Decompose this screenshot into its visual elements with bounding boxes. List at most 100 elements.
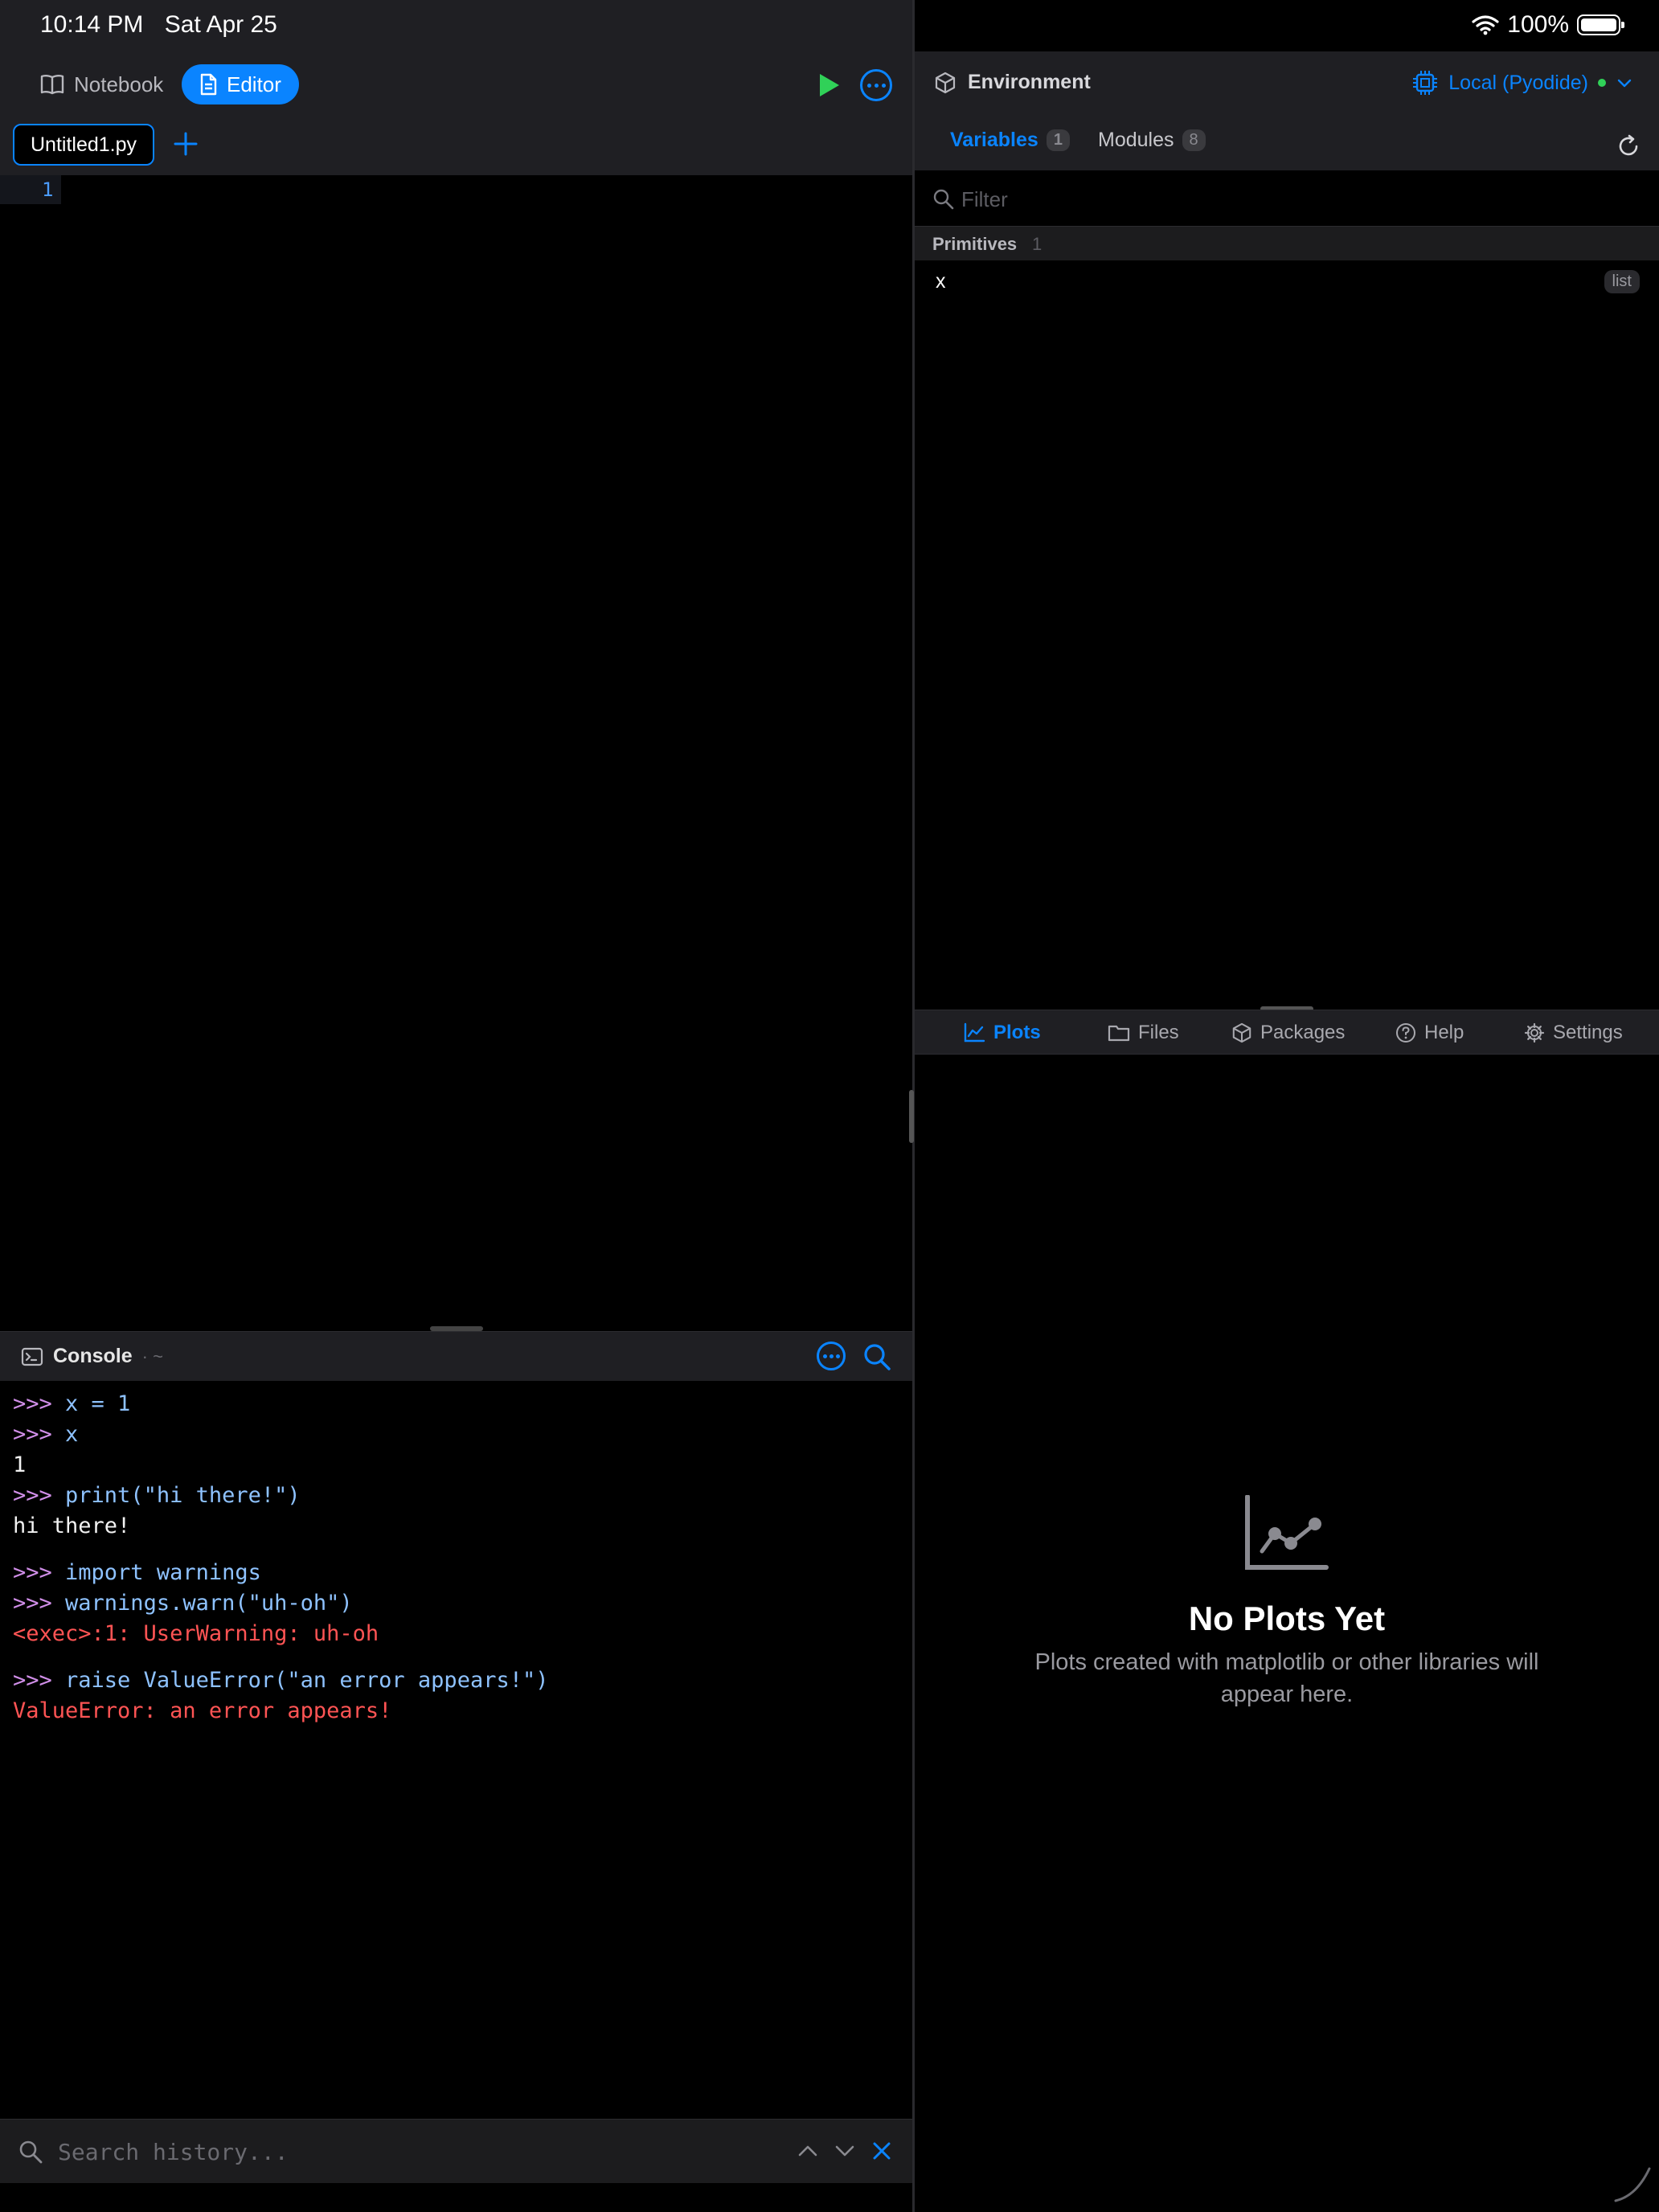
mode-switcher: Notebook Editor bbox=[0, 61, 912, 106]
editor-more-button[interactable] bbox=[860, 69, 892, 101]
tab-packages-label: Packages bbox=[1260, 1022, 1346, 1043]
console-input: raise ValueError("an error appears!") bbox=[65, 1668, 549, 1693]
tab-files[interactable]: Files bbox=[1108, 1022, 1179, 1044]
console-prompt: >>> bbox=[13, 1668, 66, 1693]
console-input: x = 1 bbox=[65, 1391, 131, 1416]
tools-tab-bar: Plots Files Packages Help Settings bbox=[915, 1010, 1659, 1055]
console-prompt: >>> bbox=[13, 1391, 66, 1416]
console-error-text: ValueError: an error appears! bbox=[13, 1698, 392, 1723]
variable-type-badge: list bbox=[1604, 270, 1640, 293]
search-icon[interactable] bbox=[862, 1342, 892, 1372]
dot-icon bbox=[835, 1354, 840, 1358]
console-gap bbox=[13, 1649, 899, 1665]
console-line: >>> import warnings bbox=[13, 1558, 899, 1588]
console-line: >>> raise ValueError("an error appears!"… bbox=[13, 1665, 899, 1696]
help-icon bbox=[1396, 1023, 1415, 1043]
console-prompt: >>> bbox=[13, 1422, 66, 1447]
console-line: >>> x = 1 bbox=[13, 1389, 899, 1419]
console-prompt: >>> bbox=[13, 1591, 66, 1616]
resize-corner-icon[interactable] bbox=[1612, 2164, 1653, 2204]
code-editor[interactable]: 1 bbox=[0, 175, 912, 1326]
pane-resize-handle[interactable] bbox=[909, 1090, 914, 1143]
dot-icon bbox=[874, 83, 879, 88]
cube-icon bbox=[1232, 1022, 1251, 1043]
tab-help[interactable]: Help bbox=[1395, 1022, 1464, 1044]
refresh-icon[interactable] bbox=[1616, 133, 1641, 159]
tab-variables-label: Variables bbox=[950, 129, 1038, 151]
dot-icon bbox=[881, 83, 886, 88]
environment-tabs: Variables 1 Modules 8 bbox=[915, 129, 1659, 169]
cube-icon bbox=[935, 72, 956, 93]
environment-title: Environment bbox=[934, 71, 1091, 94]
variable-filter bbox=[915, 170, 1659, 227]
plus-icon[interactable] bbox=[172, 130, 199, 158]
plots-empty-title: No Plots Yet bbox=[1188, 1600, 1386, 1637]
tab-variables[interactable]: Variables 1 bbox=[950, 129, 1070, 152]
console-prompt: >>> bbox=[13, 1483, 66, 1508]
line-number: 1 bbox=[42, 178, 54, 201]
console-output-text: 1 bbox=[13, 1452, 27, 1477]
tab-settings-label: Settings bbox=[1553, 1022, 1623, 1043]
chevron-down-icon[interactable] bbox=[833, 2139, 857, 2163]
tab-plots[interactable]: Plots bbox=[963, 1022, 1041, 1044]
dot-icon bbox=[822, 1354, 827, 1358]
console-input: x bbox=[65, 1422, 79, 1447]
battery-percent: 100% bbox=[1507, 11, 1569, 38]
console-line: >>> print("hi there!") bbox=[13, 1481, 899, 1511]
editor-mode-button[interactable]: Editor bbox=[182, 64, 299, 104]
chevron-up-icon[interactable] bbox=[796, 2139, 820, 2163]
dot-icon bbox=[829, 1354, 834, 1358]
editor-mode-label: Editor bbox=[227, 72, 281, 96]
console-input: import warnings bbox=[65, 1560, 261, 1585]
run-icon[interactable] bbox=[813, 71, 842, 100]
console-input: print("hi there!") bbox=[65, 1483, 301, 1508]
console-title: Console · ~ bbox=[21, 1345, 163, 1368]
modules-count-badge: 8 bbox=[1182, 129, 1206, 151]
section-count: 1 bbox=[1032, 234, 1043, 254]
left-pane: Notebook Editor Untitled1.py 1 Console ·… bbox=[0, 0, 912, 2212]
console-title-label: Console bbox=[53, 1345, 133, 1367]
notebook-mode-button[interactable]: Notebook bbox=[23, 64, 181, 104]
status-indicators: 100% bbox=[1472, 11, 1624, 39]
primitives-section-header[interactable]: Primitives 1 bbox=[915, 227, 1659, 260]
tab-packages[interactable]: Packages bbox=[1231, 1022, 1345, 1044]
console-line: >>> warnings.warn("uh-oh") bbox=[13, 1588, 899, 1619]
kernel-selector[interactable]: Local (Pyodide) bbox=[1411, 69, 1633, 96]
console-error-text: <exec>:1: UserWarning: uh-oh bbox=[13, 1621, 379, 1646]
tab-modules-label: Modules bbox=[1098, 129, 1174, 151]
chevron-down-icon bbox=[1617, 79, 1632, 88]
search-icon bbox=[933, 189, 954, 210]
plots-empty-state: No Plots Yet Plots created with matplotl… bbox=[915, 1055, 1659, 2212]
status-bar: 10:14 PM Sat Apr 25 100% bbox=[0, 0, 1659, 51]
right-pane: Environment Local (Pyodide) Variables 1 … bbox=[915, 0, 1659, 2212]
tab-settings[interactable]: Settings bbox=[1524, 1022, 1623, 1044]
file-tab-active[interactable]: Untitled1.py bbox=[13, 124, 155, 166]
console-line: <exec>:1: UserWarning: uh-oh bbox=[13, 1619, 899, 1649]
console-line: >>> x bbox=[13, 1419, 899, 1450]
history-search-input[interactable] bbox=[58, 2134, 765, 2169]
console-more-button[interactable] bbox=[817, 1342, 846, 1370]
filter-input[interactable] bbox=[961, 183, 1604, 215]
console-header: Console · ~ bbox=[0, 1331, 912, 1381]
wifi-icon bbox=[1472, 15, 1499, 35]
console-output[interactable]: >>> x = 1 >>> x 1 >>> print("hi there!") hi … bbox=[0, 1381, 912, 2119]
book-icon bbox=[40, 75, 64, 95]
gear-icon bbox=[1524, 1022, 1545, 1043]
console-output-text: hi there! bbox=[13, 1514, 131, 1538]
status-time-date: 10:14 PM Sat Apr 25 bbox=[40, 11, 292, 39]
chart-line-icon bbox=[964, 1022, 985, 1043]
close-icon[interactable] bbox=[870, 2139, 894, 2163]
section-label: Primitives bbox=[932, 234, 1018, 254]
status-time: 10:14 PM bbox=[40, 11, 144, 38]
variable-row[interactable]: x list bbox=[915, 260, 1659, 302]
console-path: · ~ bbox=[141, 1346, 163, 1366]
dot-icon bbox=[866, 83, 871, 88]
kernel-label: Local (Pyodide) bbox=[1448, 71, 1588, 94]
cpu-icon bbox=[1413, 71, 1438, 95]
environment-header: Environment Local (Pyodide) Variables 1 … bbox=[915, 51, 1659, 170]
tab-modules[interactable]: Modules 8 bbox=[1098, 129, 1206, 152]
folder-icon bbox=[1108, 1025, 1130, 1042]
file-tab-bar: Untitled1.py bbox=[0, 122, 912, 175]
battery-icon bbox=[1577, 14, 1624, 35]
status-date: Sat Apr 25 bbox=[164, 11, 277, 38]
